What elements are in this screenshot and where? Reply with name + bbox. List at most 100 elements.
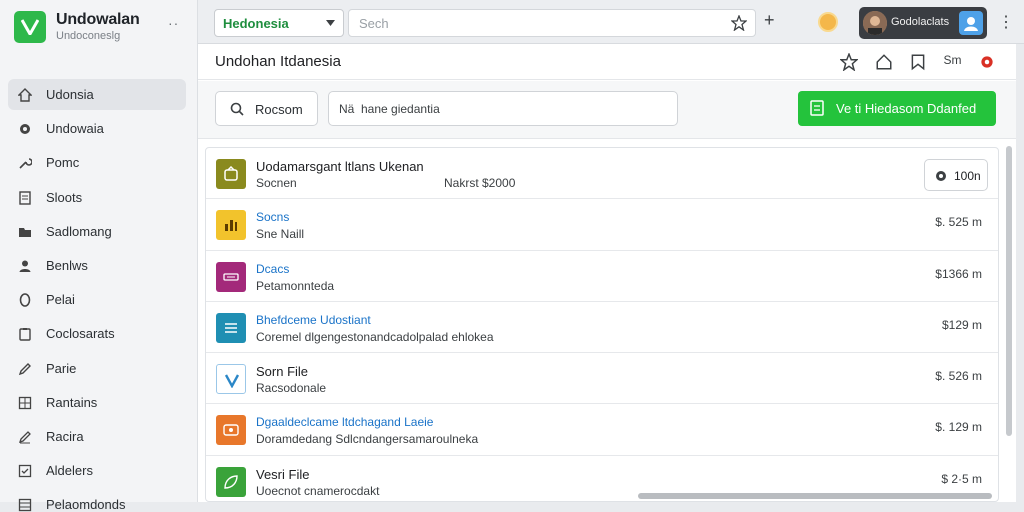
grid-icon: [18, 396, 32, 409]
list-item-title[interactable]: Bhefdceme Udostiant: [256, 313, 371, 327]
main-content: Undohan Itdanesia Sm Rocsom Ve ti Hiedas…: [198, 44, 1016, 502]
list-item-subtitle: Sne Naill: [256, 227, 305, 242]
bookmark-icon[interactable]: [909, 53, 927, 71]
star-icon[interactable]: [839, 52, 860, 72]
edit-icon: [18, 430, 31, 444]
list-item[interactable]: Socns Sne Naill $. 525 m: [206, 199, 998, 251]
search-icon: [230, 102, 244, 116]
list-item-meta: Nakrst $2000: [444, 176, 516, 190]
list-item-value: $. 525 m: [935, 215, 982, 230]
package-icon: [216, 159, 246, 189]
count-pill-button[interactable]: 100n: [924, 159, 988, 191]
sidebar-item-sloots[interactable]: Sloots: [8, 182, 186, 213]
sidebar-item-coclosarats[interactable]: Coclosarats: [8, 318, 186, 349]
sidebar-item-aldelers[interactable]: Aldelers: [8, 455, 186, 486]
sidebar-item-benlws[interactable]: Benlws: [8, 250, 186, 281]
leaf-icon: [216, 466, 246, 497]
new-tab-button[interactable]: +: [764, 11, 775, 29]
sidebar-item-label: Pomc: [46, 155, 80, 171]
sidebar-collapse-button[interactable]: ··: [168, 15, 179, 31]
sidebar-item-label: Parie: [46, 360, 77, 376]
home-outline-icon[interactable]: [875, 53, 893, 71]
profile-name: Godolaclats: [891, 16, 950, 28]
sidebar-item-label: Racira: [46, 428, 84, 444]
list-item-subtitle: Coremel dlgengestonandcadolpalad ehlokea: [256, 329, 494, 344]
sidebar-nav: Udonsia Undowaia Pomc Sloots Sadlomang B…: [8, 79, 186, 512]
list-item-title[interactable]: Vesri File: [256, 467, 309, 482]
gear-icon: [20, 124, 30, 135]
sidebar-item-pelaomdonds[interactable]: Pelaomdonds: [8, 489, 186, 512]
sidebar-item-udonsia[interactable]: Udonsia: [8, 79, 186, 110]
extension-coin-icon[interactable]: [818, 12, 838, 32]
address-placeholder: Sech: [359, 16, 389, 31]
more-menu-button[interactable]: ⋮: [998, 12, 1014, 32]
sidebar-item-label: Sadlomang: [46, 223, 112, 239]
sidebar-item-label: Udonsia: [46, 87, 94, 102]
header-text[interactable]: Sm: [944, 53, 962, 71]
checkmark-file-icon: [216, 364, 246, 395]
list-item-title[interactable]: Dcacs: [256, 262, 289, 276]
brand-logo-icon[interactable]: [14, 11, 46, 43]
sidebar-item-pomc[interactable]: Pomc: [8, 147, 186, 178]
sidebar-item-undowaia[interactable]: Undowaia: [8, 113, 186, 144]
sidebar-item-rantains[interactable]: Rantains: [8, 387, 186, 418]
filter-input[interactable]: [328, 91, 678, 126]
home-icon: [18, 88, 32, 102]
chart-bars-icon: [216, 210, 246, 241]
list-item[interactable]: Dgaaldeclcame ltdchagand Laeie Doramdeda…: [206, 404, 998, 456]
horizontal-scrollbar[interactable]: [638, 493, 992, 499]
settings-red-icon[interactable]: [978, 53, 996, 71]
list-item-title: Uodamarsgant ltlans Ukenan: [256, 159, 424, 174]
header-actions: Sm: [828, 52, 996, 72]
list-item-title[interactable]: Sorn File: [256, 364, 308, 379]
workspace-label: Hedonesia: [223, 16, 289, 31]
folder-icon: [19, 227, 31, 237]
account-badge-icon[interactable]: [959, 11, 983, 35]
app-window: Undowalan Undoconeslg ·· Udonsia Undowai…: [0, 0, 1024, 512]
clipboard-icon: [19, 328, 31, 342]
user-icon: [19, 260, 31, 272]
document-plus-icon: [810, 100, 824, 116]
list-document-icon: [216, 312, 246, 343]
chevron-down-icon: [326, 20, 335, 26]
sidebar-item-pelai[interactable]: Pelai: [8, 284, 186, 315]
list-item[interactable]: Bhefdceme Udostiant Coremel dlgengestona…: [206, 302, 998, 354]
sidebar: Undowalan Undoconeslg ·· Udonsia Undowai…: [0, 0, 198, 512]
sidebar-item-racira[interactable]: Racira: [8, 421, 186, 452]
item-list: Uodamarsgant ltlans Ukenan Socnen Nakrst…: [205, 147, 999, 502]
sidebar-item-label: Pelai: [46, 292, 75, 308]
sidebar-item-parie[interactable]: Parie: [8, 353, 186, 384]
sidebar-item-label: Aldelers: [46, 463, 93, 479]
search-button[interactable]: Rocsom: [215, 91, 318, 126]
sidebar-item-label: Pelaomdonds: [46, 497, 126, 512]
page-title: Undohan Itdanesia: [215, 53, 341, 70]
list-item-value: $1366 m: [935, 266, 982, 281]
sidebar-item-label: Benlws: [46, 257, 88, 273]
avatar: [863, 11, 887, 35]
profile-chip[interactable]: Godolaclats: [859, 7, 987, 39]
ticket-icon: [216, 415, 246, 446]
list-item-title[interactable]: Dgaaldeclcame ltdchagand Laeie: [256, 415, 433, 429]
list-item-value: $129 m: [941, 317, 982, 332]
list-item[interactable]: Uodamarsgant ltlans Ukenan Socnen Nakrst…: [206, 148, 998, 200]
page-header: Undohan Itdanesia Sm: [198, 44, 1016, 80]
brand: Undowalan Undoconeslg ··: [14, 8, 194, 48]
list-item-subtitle: Racsodonale: [256, 381, 327, 396]
list-item[interactable]: Dcacs Petamonnteda $1366 m: [206, 251, 998, 302]
list-item-title[interactable]: Socns: [256, 210, 289, 224]
gear-icon: [936, 171, 946, 181]
sidebar-item-sadlomang[interactable]: Sadlomang: [8, 216, 186, 247]
brand-name: Undowalan: [56, 11, 140, 28]
bookmark-star-icon[interactable]: [731, 15, 747, 31]
pencil-icon: [18, 362, 31, 375]
workspace-dropdown[interactable]: Hedonesia: [214, 9, 344, 37]
vertical-scrollbar[interactable]: [1006, 146, 1012, 436]
create-button[interactable]: Ve ti Hiedasom Ddanfed: [798, 91, 996, 126]
list-item-subtitle: Socnen: [256, 176, 297, 190]
address-bar[interactable]: Sech: [348, 9, 756, 37]
table-icon: [18, 499, 32, 512]
list-item[interactable]: Sorn File Racsodonale $. 526 m: [206, 353, 998, 405]
list-item-value: $. 526 m: [935, 369, 982, 384]
wrench-icon: [19, 158, 32, 169]
tag-icon: [216, 261, 246, 292]
